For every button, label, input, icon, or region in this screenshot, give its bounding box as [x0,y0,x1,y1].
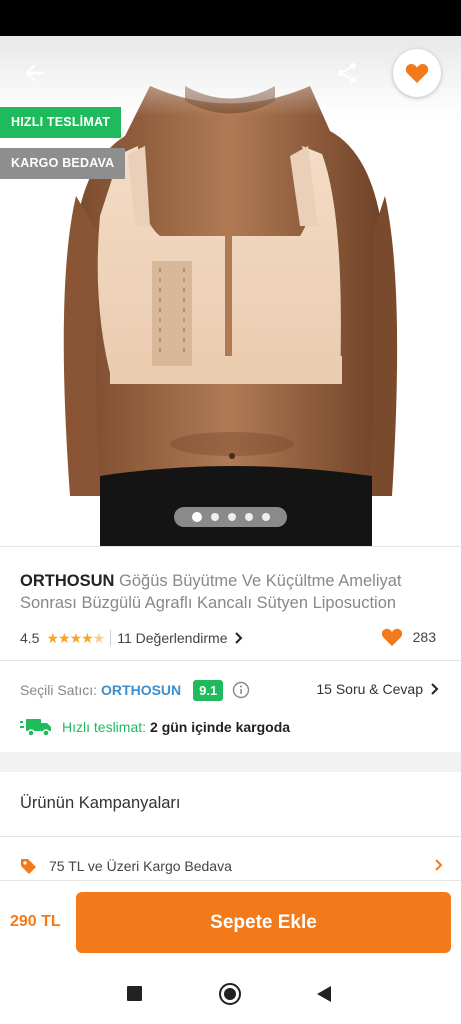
divider [0,546,461,547]
chevron-right-icon [431,683,439,695]
seller-row: Seçili Satıcı: ORTHOSUN 9.1 15 Soru & Ce… [20,677,441,703]
favorite-count-value: 283 [412,629,436,645]
divider [0,836,461,837]
gallery-top-shade [0,36,461,116]
system-nav-bar [0,964,461,1024]
info-icon[interactable] [232,681,250,699]
section-gap [0,752,461,772]
free-cargo-badge: KARGO BEDAVA [0,148,126,179]
pager-dot[interactable] [227,513,236,521]
rating-row: 4.5 ★★★★★ 11 Değerlendirme 283 [20,627,441,649]
favorite-button[interactable] [393,49,441,97]
tag-icon [21,858,36,874]
campaign-item[interactable]: 75 TL ve Üzeri Kargo Bedava [20,855,445,877]
campaigns-title: Ürünün Kampanyaları [20,794,181,812]
back-button[interactable] [18,56,52,90]
chevron-right-icon [235,632,243,644]
pager-dot[interactable] [261,513,270,521]
product-brand[interactable]: ORTHOSUN [20,572,114,590]
pager-dot[interactable] [244,513,253,521]
fast-delivery-badge: HIZLI TESLİMAT [0,107,122,138]
nav-recents-icon[interactable] [127,986,142,1001]
seller-score-badge: 9.1 [193,679,224,701]
reviews-count: 11 Değerlendirme [117,630,228,646]
heart-icon [381,628,402,647]
pager-dot[interactable] [191,512,202,522]
truck-icon [20,719,51,737]
rating-value: 4.5 [20,630,40,646]
delivery-text: 2 gün içinde kargoda [150,719,291,735]
campaign-label: 75 TL ve Üzeri Kargo Bedava [49,858,232,874]
pager-dot[interactable] [210,513,219,521]
image-pager[interactable] [174,507,287,527]
status-bar [0,0,461,36]
favorite-count[interactable]: 283 [381,627,436,647]
product-gallery[interactable]: HIZLI TESLİMAT KARGO BEDAVA [0,36,461,546]
product-title: ORTHOSUN Göğüs Büyütme Ve Küçültme Ameli… [20,570,450,614]
divider [0,660,461,661]
nav-home-icon[interactable] [219,983,241,1005]
heart-icon [405,63,429,83]
share-icon [338,63,356,83]
rating-stars: ★★★★★ [46,629,105,646]
delivery-label: Hızlı teslimat: [62,719,147,735]
rating-separator [110,630,112,646]
seller-name-link[interactable]: ORTHOSUN [101,682,181,698]
bottom-bar: 290 TL Sepete Ekle [0,880,461,964]
price: 290 TL [10,913,61,930]
back-arrow-icon [25,64,45,82]
chevron-right-icon [435,859,443,871]
reviews-link[interactable]: 11 Değerlendirme [117,630,245,646]
questions-count: 15 Soru & Cevap [316,681,423,697]
add-to-cart-button[interactable]: Sepete Ekle [76,892,451,953]
delivery-row: Hızlı teslimat: 2 gün içinde kargoda [20,716,290,738]
share-button[interactable] [330,56,364,90]
seller-label: Seçili Satıcı: [20,682,98,698]
questions-link[interactable]: 15 Soru & Cevap [316,681,441,697]
nav-back-icon[interactable] [315,984,333,1004]
